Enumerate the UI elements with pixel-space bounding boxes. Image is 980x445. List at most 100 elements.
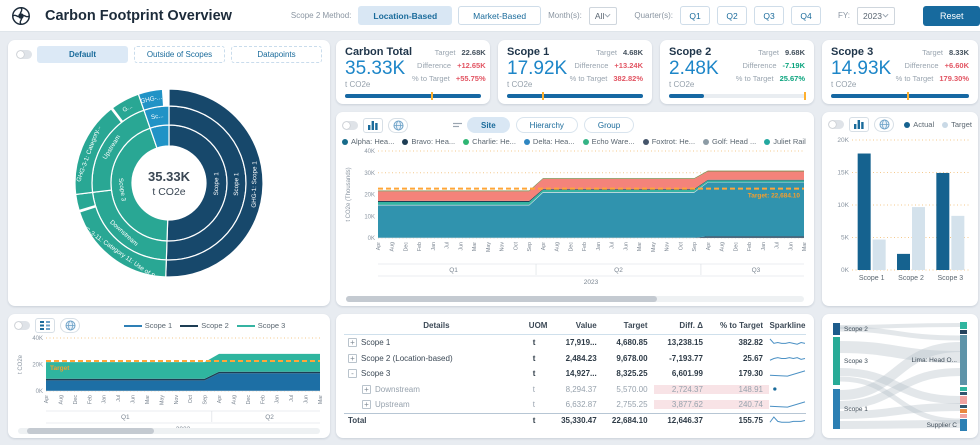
expand-icon[interactable]: + xyxy=(362,400,371,409)
quarter-button-q3[interactable]: Q3 xyxy=(754,6,784,25)
kpi-stat-label: Difference xyxy=(417,59,451,72)
bar-chart-icon[interactable] xyxy=(849,117,869,132)
column-header-uom[interactable]: UOM xyxy=(529,321,552,330)
sankey-node-x[interactable] xyxy=(960,322,967,329)
legend-item-foxtrot-he[interactable]: Foxtrot: He... xyxy=(643,137,695,146)
tab-group[interactable]: Group xyxy=(584,117,634,133)
panel-toggle[interactable] xyxy=(828,120,844,129)
table-row-scope-1[interactable]: +Scope 1t17,919...4,680.8513,238.15382.8… xyxy=(344,335,806,351)
quarter-button-q1[interactable]: Q1 xyxy=(680,6,710,25)
reset-button[interactable]: Reset xyxy=(923,6,980,26)
bar-target-scope-1[interactable] xyxy=(873,240,886,270)
panel-toggle[interactable] xyxy=(14,321,30,330)
panel-toggle[interactable] xyxy=(16,50,32,59)
kpi-stat-value: 9.68K xyxy=(785,46,805,59)
view-button-default[interactable]: Default xyxy=(37,46,128,63)
table-row-scope-3[interactable]: -Scope 3t14,927...8,325.256,601.99179.30 xyxy=(344,366,806,382)
quarter-button-q4[interactable]: Q4 xyxy=(791,6,821,25)
fy-label: FY: xyxy=(838,11,850,20)
actual-vs-target-panel: ActualTarget 0K5K10K15K20KScope 1Scope 2… xyxy=(822,112,978,306)
bar-target-scope-3[interactable] xyxy=(951,216,964,270)
stacked-area-chart: 0K10K20K30K40KTarget: 22,684.10AprAugDec… xyxy=(342,146,808,288)
method-button-location-based[interactable]: Location-Based xyxy=(358,6,452,25)
method-button-market-based[interactable]: Market-Based xyxy=(458,6,541,25)
legend-item-scope-2[interactable]: Scope 2 xyxy=(180,321,229,330)
scrollbar-thumb[interactable] xyxy=(346,296,657,302)
sankey-node-lima-head-o[interactable] xyxy=(960,335,967,385)
horizontal-scrollbar[interactable] xyxy=(346,296,804,302)
legend-item-actual[interactable]: Actual xyxy=(904,120,934,129)
expand-icon[interactable]: + xyxy=(348,338,357,347)
column-header-diff[interactable]: Diff. Δ xyxy=(654,321,709,330)
x-axis-category: Scope 2 xyxy=(898,275,924,282)
details-table-panel: DetailsUOMValueTargetDiff. Δ% to TargetS… xyxy=(336,314,814,438)
globe-icon[interactable] xyxy=(60,318,80,333)
bar-target-scope-2[interactable] xyxy=(912,207,925,270)
sankey-node-x[interactable] xyxy=(960,396,967,404)
table-row-scope-2-location-based[interactable]: +Scope 2 (Location-based)t2,484.239,678.… xyxy=(344,351,806,367)
legend-item-delta-hea[interactable]: Delta: Hea... xyxy=(524,137,575,146)
column-header-value[interactable]: Value xyxy=(552,321,603,330)
stacked-chart-icon[interactable] xyxy=(35,318,55,333)
legend-item-charlie-he[interactable]: Charlie: He... xyxy=(463,137,516,146)
sankey-node-x[interactable] xyxy=(960,387,967,391)
sankey-node-x[interactable] xyxy=(960,330,967,334)
column-header-target[interactable]: Target xyxy=(603,321,654,330)
table-row-total[interactable]: Totalt35,330.4722,684.1012,646.37155.75 xyxy=(344,413,806,429)
tab-site[interactable]: Site xyxy=(467,117,510,133)
column-header-to-target[interactable]: % to Target xyxy=(709,321,769,330)
y-axis-tick: 40K xyxy=(32,336,43,342)
cell-sparkline xyxy=(769,353,806,364)
view-button-datapoints[interactable]: Datapoints xyxy=(231,46,322,63)
bar-actual-scope-1[interactable] xyxy=(858,154,871,270)
legend-item-golf-head[interactable]: Golf: Head ... xyxy=(703,137,756,146)
sankey-node-supplier-c[interactable] xyxy=(960,419,967,431)
legend-label: Delta: Hea... xyxy=(533,137,575,146)
horizontal-scrollbar[interactable] xyxy=(18,428,320,434)
x-axis-quarter: Q3 xyxy=(752,267,761,274)
sankey-node-label: Scope 1 xyxy=(844,406,868,413)
sunburst-center-unit: t CO2e xyxy=(152,186,185,198)
sankey-node-scope-1[interactable] xyxy=(833,389,840,429)
legend-item-bravo-hea[interactable]: Bravo: Hea... xyxy=(402,137,455,146)
quarter-button-q2[interactable]: Q2 xyxy=(717,6,747,25)
legend-item-echo-ware[interactable]: Echo Ware... xyxy=(583,137,635,146)
bar-actual-scope-3[interactable] xyxy=(936,173,949,270)
table-row-downstream[interactable]: +Downstreamt8,294.375,570.002,724.37148.… xyxy=(344,382,806,398)
bar-chart-icon[interactable] xyxy=(363,118,383,133)
globe-icon[interactable] xyxy=(874,117,894,132)
tab-hierarchy[interactable]: Hierarchy xyxy=(516,117,578,133)
table-row-upstream[interactable]: +Upstreamt6,632.872,755.253,877.62240.74 xyxy=(344,397,806,413)
options-lines-icon[interactable] xyxy=(453,121,462,129)
bar-actual-scope-2[interactable] xyxy=(897,254,910,270)
cell-value: 8,294.37 xyxy=(552,385,603,394)
quarters-label: Quarter(s): xyxy=(634,11,673,20)
legend-item-alpha-hea[interactable]: Alpha: Hea... xyxy=(342,137,394,146)
sparkline xyxy=(769,337,806,348)
sankey-node-x[interactable] xyxy=(960,409,967,413)
expand-icon[interactable]: + xyxy=(348,354,357,363)
legend-item-target[interactable]: Target xyxy=(942,120,972,129)
cell-target: 2,755.25 xyxy=(603,400,654,409)
row-label: Upstream xyxy=(375,400,410,409)
panel-toggle[interactable] xyxy=(342,121,358,130)
sankey-node-scope-3[interactable] xyxy=(833,337,840,385)
column-header-details[interactable]: Details xyxy=(344,321,529,330)
sankey-node-scope-2[interactable] xyxy=(833,323,840,335)
trend-area-chart: 0K20K40KTargetAprAugDecFebJanJulJunMarMa… xyxy=(14,333,324,433)
view-button-outside-of-scopes[interactable]: Outside of Scopes xyxy=(134,46,225,63)
legend-item-scope-3[interactable]: Scope 3 xyxy=(237,321,286,330)
x-axis-month: Nov xyxy=(500,242,506,252)
sankey-node-x[interactable] xyxy=(960,405,967,408)
sankey-node-x[interactable] xyxy=(960,392,967,395)
scrollbar-thumb[interactable] xyxy=(27,428,154,434)
sankey-node-x[interactable] xyxy=(960,414,967,418)
expand-icon[interactable]: + xyxy=(362,385,371,394)
fy-select[interactable]: 2023 xyxy=(857,7,895,25)
globe-icon[interactable] xyxy=(388,118,408,133)
legend-item-juliet-rail[interactable]: Juliet Rail ... xyxy=(764,137,808,146)
expand-icon[interactable]: - xyxy=(348,369,357,378)
months-select[interactable]: All xyxy=(589,7,617,25)
legend-item-scope-1[interactable]: Scope 1 xyxy=(124,321,173,330)
column-header-sparkline[interactable]: Sparkline xyxy=(769,321,806,330)
